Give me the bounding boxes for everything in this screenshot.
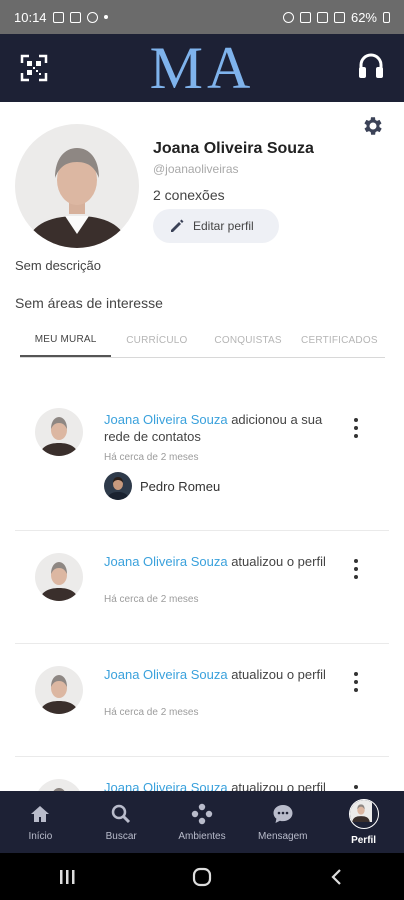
gallery-icon <box>52 11 64 23</box>
profile-username: @joanaoliveiras <box>153 162 239 176</box>
bottom-navigation: Início Buscar Ambientes Mensagem Perfil <box>0 791 404 853</box>
feed-time: Há cerca de 2 meses <box>104 707 199 718</box>
alarm-icon <box>282 11 294 23</box>
feed-action: atualizou o perfil <box>227 667 326 682</box>
nav-profile[interactable]: Perfil <box>323 791 404 853</box>
notification-icon <box>69 11 81 23</box>
avatar <box>35 408 83 456</box>
activity-feed: Joana Oliveira Souza adicionou a sua red… <box>15 384 389 792</box>
feed-text: Joana Oliveira Souza atualizou o perfil <box>104 553 344 570</box>
feed-author-link[interactable]: Joana Oliveira Souza <box>104 412 228 427</box>
feed-contact[interactable]: Pedro Romeu <box>104 472 220 500</box>
profile-avatar <box>15 124 139 248</box>
wifi-icon <box>316 11 328 23</box>
contact-name: Pedro Romeu <box>140 478 221 494</box>
feed-item: Joana Oliveira Souza atualizou o perfil … <box>15 531 389 644</box>
more-options-icon[interactable] <box>353 418 359 438</box>
feed-text: Joana Oliveira Souza atualizou o perfil <box>104 666 344 683</box>
tab-conquistas[interactable]: CONQUISTAS <box>203 324 294 357</box>
tab-curriculo[interactable]: CURRÍCULO <box>111 324 202 357</box>
home-button-icon[interactable] <box>191 866 213 888</box>
recent-apps-icon[interactable] <box>57 867 77 887</box>
profile-description: Sem descrição <box>15 258 101 273</box>
status-time: 10:14 <box>14 9 47 25</box>
home-icon <box>31 805 50 822</box>
signal-icon <box>333 11 345 23</box>
whatsapp-icon <box>86 11 98 23</box>
profile-name: Joana Oliveira Souza <box>153 140 314 157</box>
nav-label: Ambientes <box>178 830 226 842</box>
more-notifications-icon <box>103 15 108 19</box>
app-bar: MA <box>0 34 404 102</box>
profile-interests: Sem áreas de interesse <box>15 295 163 311</box>
avatar <box>35 553 83 601</box>
search-icon <box>111 804 131 823</box>
battery-icon <box>383 11 390 23</box>
nav-label: Início <box>28 830 53 842</box>
more-options-icon[interactable] <box>353 559 359 579</box>
avatar <box>348 798 379 829</box>
nav-home[interactable]: Início <box>0 791 81 853</box>
feed-item: Joana Oliveira Souza atualizou o perfil … <box>15 644 389 757</box>
feed-item: Joana Oliveira Souza atualizou o perfil <box>15 757 389 792</box>
back-icon[interactable] <box>327 867 347 887</box>
more-options-icon[interactable] <box>353 672 359 692</box>
system-navigation-bar <box>0 853 404 900</box>
chat-icon <box>273 804 293 823</box>
status-bar: 10:14 62% <box>0 0 404 34</box>
feed-time: Há cerca de 2 meses <box>104 594 199 605</box>
feed-item: Joana Oliveira Souza adicionou a sua red… <box>15 384 389 531</box>
nav-messages[interactable]: Mensagem <box>242 791 323 853</box>
app-logo: MA <box>149 35 255 101</box>
feed-author-link[interactable]: Joana Oliveira Souza <box>104 667 228 682</box>
edit-profile-button[interactable]: Editar perfil <box>153 209 279 243</box>
nav-environments[interactable]: Ambientes <box>162 791 243 853</box>
qr-scan-icon[interactable] <box>20 54 48 82</box>
battery-level: 62% <box>350 9 377 25</box>
environments-icon <box>191 803 213 824</box>
gear-icon[interactable] <box>360 114 384 138</box>
connections-count[interactable]: 2 conexões <box>153 187 225 203</box>
feed-author-link[interactable]: Joana Oliveira Souza <box>104 554 228 569</box>
nav-label: Buscar <box>105 830 137 842</box>
feed-text: Joana Oliveira Souza adicionou a sua red… <box>104 411 344 445</box>
tab-certificados[interactable]: CERTIFICADOS <box>294 324 385 357</box>
tab-meu-mural[interactable]: MEU MURAL <box>20 324 112 357</box>
profile-tabs: MEU MURAL CURRÍCULO CONQUISTAS CERTIFICA… <box>20 324 385 358</box>
headset-icon[interactable] <box>358 52 384 82</box>
feed-action: atualizou o perfil <box>227 554 326 569</box>
edit-profile-label: Editar perfil <box>193 219 254 233</box>
avatar <box>35 666 83 714</box>
pencil-icon <box>171 219 184 232</box>
profile-screen: Joana Oliveira Souza @joanaoliveiras 2 c… <box>0 102 404 792</box>
nav-label: Mensagem <box>258 830 308 842</box>
nav-search[interactable]: Buscar <box>81 791 162 853</box>
mute-icon <box>299 11 311 23</box>
avatar <box>104 472 132 500</box>
nav-label: Perfil <box>351 834 377 846</box>
feed-time: Há cerca de 2 meses <box>104 452 199 463</box>
